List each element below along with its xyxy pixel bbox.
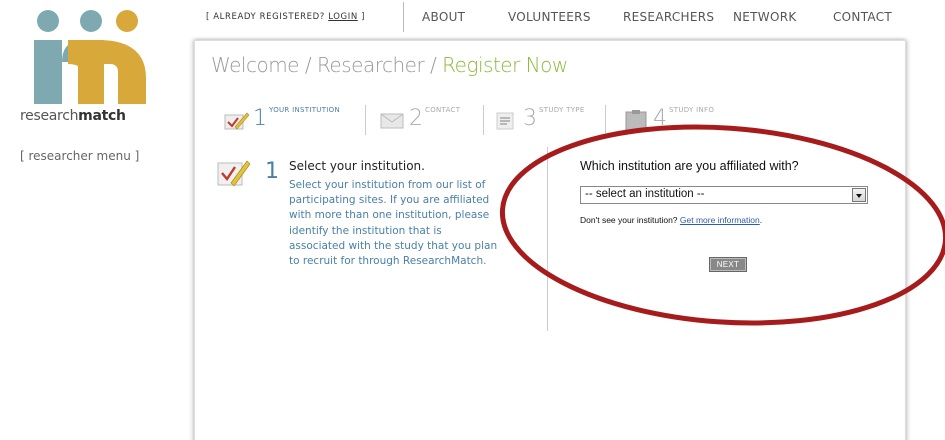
logo-word-light: research: [20, 108, 79, 124]
step-number: 3: [523, 106, 537, 131]
instruction-title: Select your institution.: [289, 159, 425, 173]
breadcrumb-welcome[interactable]: Welcome: [211, 53, 299, 77]
logo[interactable]: [28, 10, 146, 122]
step-label: STUDY TYPE: [539, 106, 585, 114]
already-registered: [ ALREADY REGISTERED? LOGIN ]: [206, 12, 365, 22]
nav-about[interactable]: ABOUT: [422, 10, 465, 24]
institution-select[interactable]: -- select an institution --: [580, 186, 868, 204]
step-separator: [483, 105, 484, 135]
step-study-type[interactable]: 3 STUDY TYPE: [493, 103, 613, 137]
step-label: STUDY INFO: [669, 106, 715, 114]
login-link[interactable]: LOGIN: [328, 12, 358, 22]
already-prefix: [ ALREADY REGISTERED?: [206, 12, 329, 22]
breadcrumb-sep: /: [298, 53, 317, 77]
researcher-menu-link[interactable]: [ researcher menu ]: [20, 149, 139, 163]
step-number: 4: [653, 106, 667, 131]
registration-panel: Welcome / Researcher / Register Now 1 YO…: [194, 40, 906, 440]
help-suffix: .: [759, 215, 763, 225]
already-suffix: ]: [357, 12, 365, 22]
clipboard-icon: [625, 110, 647, 131]
step-label: YOUR INSTITUTION: [269, 106, 340, 114]
researchmatch-logo-icon: [34, 10, 146, 104]
step-label: CONTACT: [425, 106, 461, 114]
pencil-checklist-icon: [224, 112, 249, 130]
nav-researchers[interactable]: RESEARCHERS: [623, 10, 714, 24]
nav-network[interactable]: NETWORK: [733, 10, 797, 24]
breadcrumb-sep: /: [424, 53, 443, 77]
step-study-info[interactable]: 4 STUDY INFO: [623, 103, 753, 137]
help-text: Don't see your institution? Get more inf…: [580, 215, 762, 225]
step-your-institution[interactable]: 1 YOUR INSTITUTION: [223, 103, 373, 137]
envelope-icon: [380, 113, 404, 129]
breadcrumb: Welcome / Researcher / Register Now: [211, 53, 568, 77]
step-progress: 1 YOUR INSTITUTION 2 CONTACT 3 STUDY TYP…: [215, 103, 855, 137]
step-separator: [605, 105, 606, 135]
step-number: 2: [409, 106, 423, 131]
top-navigation: [ ALREADY REGISTERED? LOGIN ] ABOUT VOLU…: [206, 2, 906, 34]
institution-question: Which institution are you affiliated wit…: [580, 159, 799, 173]
step-number: 1: [253, 106, 267, 131]
instruction-step-number: 1: [265, 159, 279, 184]
nav-contact[interactable]: CONTACT: [833, 10, 892, 24]
column-divider: [547, 147, 548, 331]
step-separator: [365, 105, 366, 135]
breadcrumb-current: Register Now: [442, 53, 568, 77]
nav-divider: [403, 2, 404, 32]
logo-wordmark: researchmatch: [20, 108, 150, 124]
nav-volunteers[interactable]: VOLUNTEERS: [508, 10, 591, 24]
instruction-body: Select your institution from our list of…: [289, 179, 498, 268]
chevron-down-icon[interactable]: [852, 188, 866, 202]
breadcrumb-researcher[interactable]: Researcher: [317, 53, 425, 77]
logo-word-bold: match: [78, 108, 126, 124]
get-more-information-link[interactable]: Get more information: [680, 215, 760, 225]
pencil-checklist-icon: [217, 160, 251, 187]
institution-select-value: -- select an institution --: [585, 188, 705, 200]
help-prefix: Don't see your institution?: [580, 215, 680, 225]
next-button[interactable]: NEXT: [709, 257, 747, 272]
list-icon: [496, 112, 514, 130]
step-contact[interactable]: 2 CONTACT: [379, 103, 489, 137]
